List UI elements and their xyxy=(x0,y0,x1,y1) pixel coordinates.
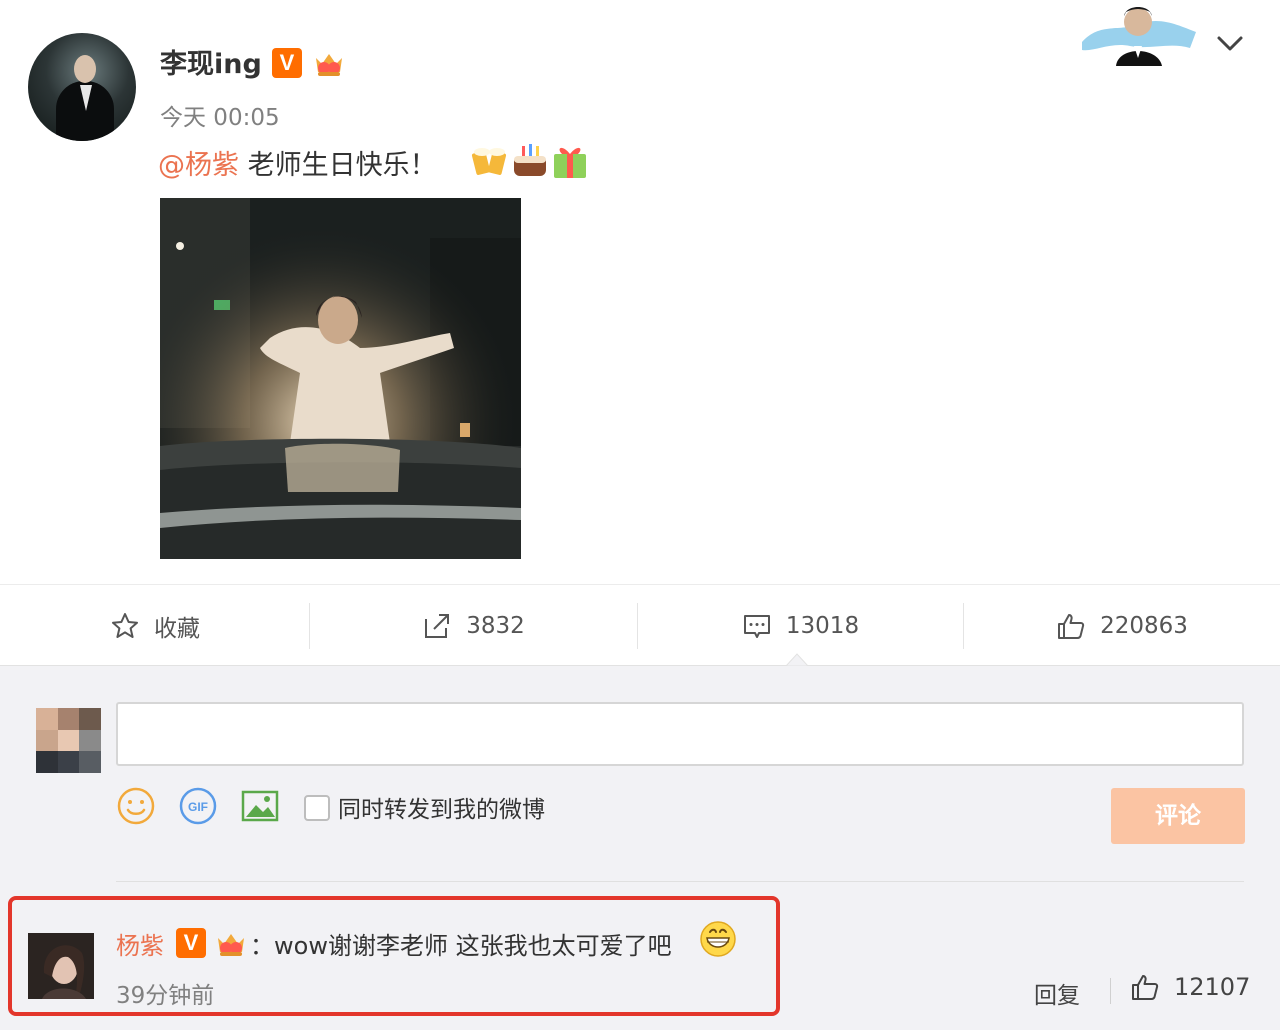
repost-button[interactable]: 3832 xyxy=(310,585,637,667)
weibo-post: 李现ing V 今天 00:05 @杨紫 老师生日快乐！ xyxy=(0,0,1280,584)
post-text: 老师生日快乐！ xyxy=(239,150,437,181)
post-time[interactable]: 今天 00:05 xyxy=(160,98,280,132)
member-crown-icon xyxy=(218,934,244,956)
share-icon xyxy=(425,614,450,638)
verified-badge-icon: V xyxy=(272,48,302,78)
image-icon[interactable] xyxy=(240,786,280,826)
repost-count: 3832 xyxy=(466,613,525,639)
cake-icon xyxy=(514,144,546,176)
post-action-bar: 收藏 3832 13018 220863 xyxy=(0,584,1280,666)
author-avatar[interactable] xyxy=(28,33,136,141)
reply-like-count: 12107 xyxy=(1174,973,1251,1001)
member-crown-icon xyxy=(316,54,342,76)
reply-separator: ： xyxy=(250,932,274,960)
thumbs-up-icon xyxy=(1132,975,1159,1000)
like-button[interactable]: 220863 xyxy=(964,585,1280,667)
divider xyxy=(116,881,1244,882)
reply-author-name[interactable]: 杨紫 xyxy=(116,926,164,961)
repost-checkbox[interactable] xyxy=(304,795,330,821)
active-tab-pointer xyxy=(786,653,808,666)
repost-option-label[interactable]: 同时转发到我的微博 xyxy=(338,790,545,824)
gif-icon[interactable]: GIF xyxy=(178,786,218,826)
comment-count: 13018 xyxy=(785,613,860,639)
chevron-down-icon[interactable] xyxy=(1215,30,1245,56)
star-icon xyxy=(112,613,138,638)
thumbs-up-icon xyxy=(1058,614,1085,639)
reply-author-avatar[interactable] xyxy=(28,933,94,999)
comment-icon xyxy=(743,615,770,638)
reply-button[interactable]: 回复 xyxy=(1034,976,1080,1010)
grin-emoji-icon xyxy=(700,921,736,957)
like-count: 220863 xyxy=(1100,613,1188,639)
mention-link[interactable]: @杨紫 xyxy=(158,150,239,181)
cheers-icon xyxy=(471,148,507,175)
current-user-avatar[interactable] xyxy=(36,708,101,773)
emoji-icon[interactable] xyxy=(116,786,156,826)
sticker-avatar-icon xyxy=(1082,7,1196,66)
favorite-button[interactable]: 收藏 xyxy=(0,585,310,667)
comment-input[interactable] xyxy=(116,702,1244,766)
reply-time: 39分钟前 xyxy=(116,983,215,1009)
post-content: @杨紫 老师生日快乐！ xyxy=(158,143,437,182)
divider xyxy=(1110,978,1111,1004)
favorite-label: 收藏 xyxy=(154,616,200,642)
svg-text:GIF: GIF xyxy=(188,800,208,814)
submit-comment-button[interactable]: 评论 xyxy=(1111,788,1245,844)
gift-icon xyxy=(554,147,586,178)
verified-badge-icon: V xyxy=(176,928,206,958)
reply-text: ：wow谢谢李老师 这张我也太可爱了吧 xyxy=(250,926,672,961)
reply-like-button[interactable]: 12107 xyxy=(1130,972,1250,1002)
post-photo[interactable] xyxy=(160,198,521,559)
author-name[interactable]: 李现ing xyxy=(160,42,262,81)
post-emojis xyxy=(471,144,586,178)
reply-message: wow谢谢李老师 这张我也太可爱了吧 xyxy=(274,932,672,960)
